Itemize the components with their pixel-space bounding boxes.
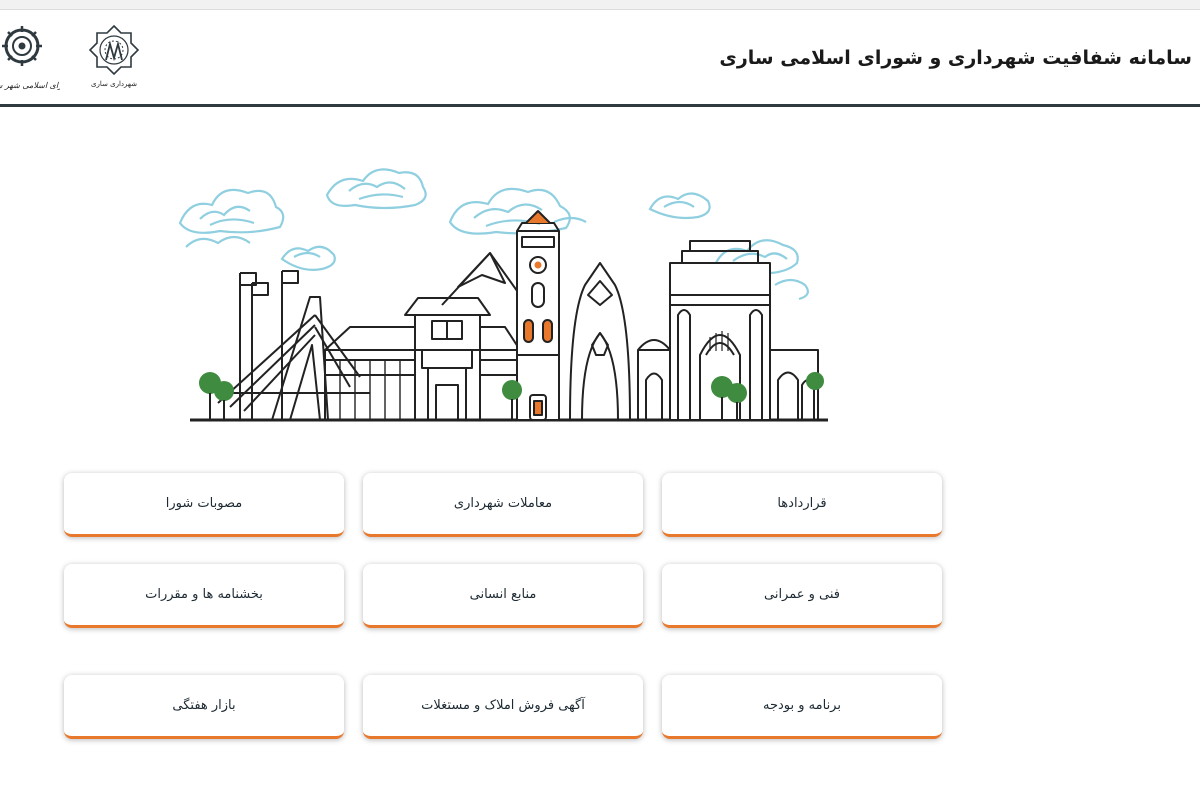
municipality-logo-icon[interactable]: شهرداری ساری — [84, 22, 144, 92]
tile-program-budget[interactable]: برنامه و بودجه — [662, 675, 942, 739]
tile-contracts[interactable]: قراردادها — [662, 473, 942, 537]
tile-label: برنامه و بودجه — [763, 698, 841, 713]
tile-label: قراردادها — [777, 496, 827, 511]
tile-circulars-regulations[interactable]: بخشنامه ها و مقررات — [64, 564, 344, 628]
tile-label: آگهی فروش املاک و مستغلات — [421, 698, 585, 713]
tile-human-resources[interactable]: منابع انسانی — [363, 564, 643, 628]
browser-top-strip — [0, 0, 1200, 10]
municipality-logo-caption: شهرداری ساری — [91, 80, 137, 88]
tile-label: مصوبات شورا — [165, 496, 243, 511]
council-logo-icon[interactable]: شورای اسلامی شهر ساری — [0, 22, 73, 97]
tile-technical-civil[interactable]: فنی و عمرانی — [662, 564, 942, 628]
tile-municipal-transactions[interactable]: معاملات شهرداری — [363, 473, 643, 537]
tile-weekly-market[interactable]: بازار هفتگی — [64, 675, 344, 739]
city-skyline-illustration — [160, 155, 840, 430]
tile-label: فنی و عمرانی — [763, 587, 841, 602]
tile-council-resolutions[interactable]: مصوبات شورا — [64, 473, 344, 537]
tile-label: منابع انسانی — [469, 587, 537, 602]
tile-label: بازار هفتگی — [172, 698, 236, 713]
header-divider — [0, 104, 1200, 107]
council-logo-caption: شورای اسلامی شهر ساری — [0, 81, 60, 90]
tile-label: معاملات شهرداری — [453, 496, 553, 511]
tile-label: بخشنامه ها و مقررات — [145, 587, 263, 602]
page-title: سامانه شفافیت شهرداری و شورای اسلامی سار… — [719, 47, 1192, 69]
tile-property-sale-ads[interactable]: آگهی فروش املاک و مستغلات — [363, 675, 643, 739]
